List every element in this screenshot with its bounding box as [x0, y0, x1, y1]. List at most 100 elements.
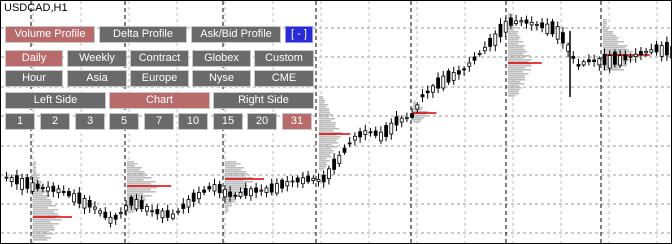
candle-body	[87, 200, 92, 208]
count-20-button[interactable]: 20	[247, 113, 277, 130]
volume-profile-bar	[413, 101, 416, 103]
candle-body	[482, 46, 487, 52]
volume-profile-bar	[225, 207, 229, 209]
period-daily-button[interactable]: Daily	[5, 50, 63, 67]
volume-profile-bar	[508, 65, 532, 67]
candle-body	[659, 45, 664, 57]
count-10-button[interactable]: 10	[178, 113, 208, 130]
volume-profile-bar	[603, 43, 618, 45]
count-7-button[interactable]: 7	[144, 113, 174, 130]
candle-body	[160, 210, 165, 219]
volume-profile-bar	[33, 213, 58, 215]
candle-body	[259, 189, 264, 192]
delta-profile-button[interactable]: Delta Profile	[99, 26, 187, 43]
count-15-button[interactable]: 15	[213, 113, 243, 130]
candle-body	[103, 211, 108, 219]
candle-body	[607, 55, 612, 69]
volume-profile-bar	[319, 156, 332, 158]
period-cme-button[interactable]: CME	[254, 70, 314, 87]
candle-body	[176, 210, 181, 213]
volume-profile-bar	[603, 37, 619, 39]
volume-profile-bar	[33, 197, 48, 199]
candle-body	[20, 178, 25, 190]
period-nyse-button[interactable]: Nyse	[192, 70, 251, 87]
candle-body	[618, 55, 622, 66]
right-side-button[interactable]: Right Side	[213, 92, 314, 109]
volume-profile-bar	[319, 120, 332, 122]
candle-body	[274, 183, 279, 194]
period-contract-button[interactable]: Contract	[130, 50, 189, 67]
candle-body	[191, 192, 196, 202]
volume-profile-bar	[225, 187, 246, 189]
count-2-button[interactable]: 2	[40, 113, 70, 130]
volume-profile-bar	[603, 23, 607, 25]
period-europe-button[interactable]: Europe	[130, 70, 189, 87]
candle-body	[352, 135, 357, 141]
volume-profile-bar	[413, 117, 425, 119]
candle-body	[477, 53, 482, 55]
volume-profile-bar	[33, 209, 59, 211]
count-1-button[interactable]: 1	[5, 113, 35, 130]
candle-body	[623, 54, 628, 61]
volume-profile-bar	[127, 167, 142, 169]
period-hour-button[interactable]: Hour	[5, 70, 63, 87]
volume-profile-bar	[603, 69, 625, 71]
candle-body	[108, 216, 113, 224]
candle-body	[139, 200, 144, 210]
candle-body	[222, 189, 227, 198]
volume-profile-bar	[508, 91, 519, 93]
collapse-panel-button[interactable]: [ - ]	[285, 26, 313, 43]
volume-profile-bar	[33, 237, 52, 239]
candle-body	[633, 53, 638, 58]
candle-body	[113, 214, 118, 220]
ask-bid-profile-button[interactable]: Ask/Bid Profile	[191, 26, 281, 43]
candle-body	[576, 63, 581, 67]
candle-body	[654, 44, 659, 53]
volume-profile-bar	[225, 205, 232, 207]
volume-profile-button[interactable]: Volume Profile	[5, 26, 95, 43]
volume-profile-bar	[319, 150, 334, 152]
volume-profile-bar	[33, 201, 53, 203]
candle-body	[384, 125, 389, 137]
candle-body	[587, 59, 591, 63]
volume-profile-bar	[33, 233, 54, 235]
volume-profile-bar	[508, 93, 520, 95]
volume-profile-bar	[127, 191, 156, 193]
period-asia-button[interactable]: Asia	[67, 70, 127, 87]
period-custom-button[interactable]: Custom	[254, 50, 314, 67]
volume-profile-bar	[603, 51, 633, 53]
volume-profile-bar	[225, 195, 241, 197]
count-31-button[interactable]: 31	[282, 113, 312, 130]
volume-profile-bar	[413, 119, 422, 121]
volume-profile-bar	[319, 104, 328, 106]
volume-profile-bar	[603, 31, 614, 33]
period-weekly-button[interactable]: Weekly	[67, 50, 127, 67]
chart-side-button[interactable]: Chart	[109, 92, 210, 109]
volume-profile-bar	[33, 167, 37, 169]
candle-body	[269, 183, 274, 193]
candle-body	[378, 131, 383, 142]
candle-body	[217, 184, 222, 194]
volume-profile-bar	[508, 41, 524, 43]
count-3-button[interactable]: 3	[75, 113, 105, 130]
left-side-button[interactable]: Left Side	[5, 92, 106, 109]
candle-body	[451, 72, 456, 81]
volume-profile-bar	[319, 112, 330, 114]
volume-profile-bar	[319, 166, 327, 168]
volume-profile-bar	[33, 191, 48, 193]
volume-profile-bar	[508, 33, 518, 35]
candle-body	[93, 206, 97, 210]
candle-body	[555, 26, 560, 40]
count-5-button[interactable]: 5	[109, 113, 139, 130]
volume-profile-bar	[319, 138, 339, 140]
candle-body	[248, 188, 253, 197]
candle-body	[72, 193, 76, 203]
volume-profile-bar	[413, 115, 428, 117]
candle-body	[326, 168, 331, 179]
candle-body	[644, 51, 648, 54]
candle-body	[420, 94, 425, 98]
volume-profile-bar	[319, 154, 331, 156]
volume-profile-bar	[603, 29, 609, 31]
volume-profile-bar	[33, 219, 62, 221]
period-globex-button[interactable]: Globex	[192, 50, 251, 67]
